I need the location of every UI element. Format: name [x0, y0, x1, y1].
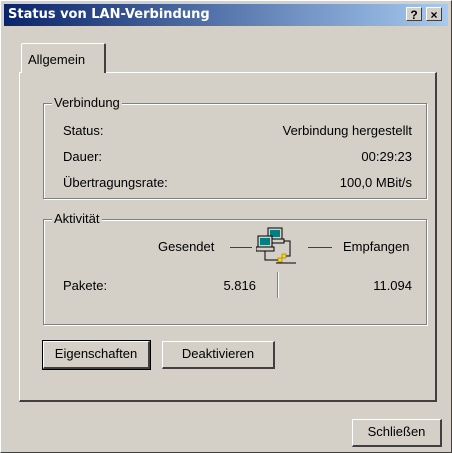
close-window-button[interactable]: × [426, 7, 442, 22]
help-button[interactable]: ? [406, 7, 422, 22]
packets-divider [277, 272, 279, 298]
title-bar[interactable]: Status von LAN-Verbindung ? × [4, 4, 448, 26]
rate-label: Übertragungsrate: [63, 175, 168, 190]
duration-label: Dauer: [63, 149, 103, 164]
rate-value: 100,0 MBit/s [339, 175, 412, 190]
tab-label: Allgemein [28, 52, 86, 67]
disable-button[interactable]: Deaktivieren [162, 341, 275, 369]
activity-group-title: Aktivität [52, 211, 102, 226]
tab-panel: Verbindung Status: Verbindung hergestell… [19, 72, 437, 402]
activity-group: Aktivität Gesendet Empfangen Pakete: 5.8… [43, 211, 427, 325]
properties-button[interactable]: Eigenschaften [42, 340, 151, 370]
status-value: Verbindung hergestellt [282, 123, 412, 138]
tab-allgemein[interactable]: Allgemein [21, 43, 106, 73]
status-label: Status: [63, 123, 104, 138]
connection-group: Verbindung Status: Verbindung hergestell… [43, 95, 427, 199]
received-label: Empfangen [343, 239, 410, 254]
network-computers-icon [256, 227, 296, 264]
dialog-window: Status von LAN-Verbindung ? × Allgemein … [0, 0, 452, 453]
packets-label: Pakete: [63, 278, 108, 293]
window-title: Status von LAN-Verbindung [8, 7, 210, 22]
sent-label: Gesendet [158, 239, 215, 254]
packets-received-value: 11.094 [373, 278, 412, 293]
duration-value: 00:29:23 [361, 149, 412, 164]
connection-group-title: Verbindung [52, 95, 122, 110]
packets-sent-value: 5.816 [223, 278, 256, 293]
sent-line [230, 247, 252, 248]
close-button[interactable]: Schließen [352, 419, 442, 447]
received-line [308, 247, 332, 248]
